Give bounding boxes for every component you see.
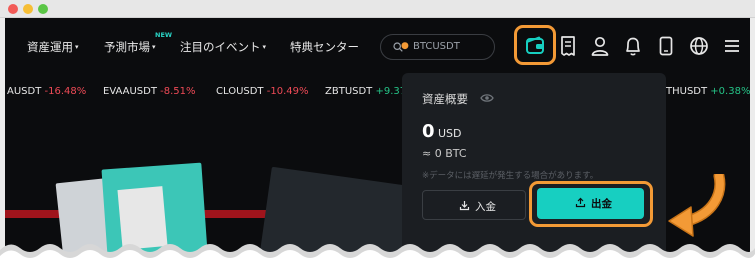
nav-item-rewards-center[interactable]: 特典センター [290,39,359,55]
torn-edge-decoration [0,244,755,280]
btc-equivalent: ≈ 0 BTC [422,147,467,160]
window-titlebar [0,0,755,18]
ticker-item[interactable]: EVAAUSDT -8.51% [103,86,196,97]
upload-icon [575,197,586,208]
deposit-button[interactable]: 入金 [422,190,526,220]
balance-unit: USD [438,127,462,140]
nav-item-featured-events[interactable]: 注目のイベント ▾ [180,39,266,55]
chevron-down-icon: ▾ [75,43,79,51]
balance-value: 0 [422,121,435,142]
maximize-window-button[interactable] [38,4,48,14]
search-placeholder: BTCUSDT [413,41,460,52]
chevron-down-icon: ▾ [152,43,156,51]
ticker-item[interactable]: THUSDT +0.38% [666,86,750,97]
receipt-icon[interactable] [554,32,582,60]
deposit-label: 入金 [475,201,496,213]
minimize-window-button[interactable] [23,4,33,14]
top-navigation: 資産運用 ▾ 予測市場 ▾ NEW 注目のイベント ▾ 特典センター ● BTCUSD… [5,18,750,76]
ticker-item[interactable]: CLOUSDT -10.49% [216,86,308,97]
callout-arrow-icon [668,174,726,237]
withdraw-button[interactable]: 出金 [537,188,644,219]
wallet-icon[interactable] [521,32,549,60]
user-icon[interactable] [586,32,614,60]
menu-icon[interactable] [718,32,746,60]
delay-notice: ※データには遅延が発生する場合があります。 [422,171,599,181]
nav-item-asset-management[interactable]: 資産運用 ▾ [27,39,79,55]
search-input[interactable]: ● BTCUSDT [380,34,495,60]
download-icon [459,201,470,211]
globe-icon[interactable] [685,32,713,60]
ticker-item[interactable]: AUSDT -16.48% [7,86,86,97]
chevron-down-icon: ▾ [262,43,267,51]
new-badge: NEW [155,31,173,39]
nav-item-prediction-market[interactable]: 予測市場 ▾ [104,39,156,55]
close-window-button[interactable] [8,4,18,14]
panel-title: 資産概要 [422,92,468,106]
app-window: 資産運用 ▾ 予測市場 ▾ NEW 注目のイベント ▾ 特典センター ● BTCUSD… [0,0,755,280]
eye-icon[interactable] [480,93,494,103]
withdraw-label: 出金 [591,198,612,210]
bell-icon[interactable] [619,32,647,60]
tablet-icon[interactable] [652,32,680,60]
fire-icon: ● [401,41,409,51]
